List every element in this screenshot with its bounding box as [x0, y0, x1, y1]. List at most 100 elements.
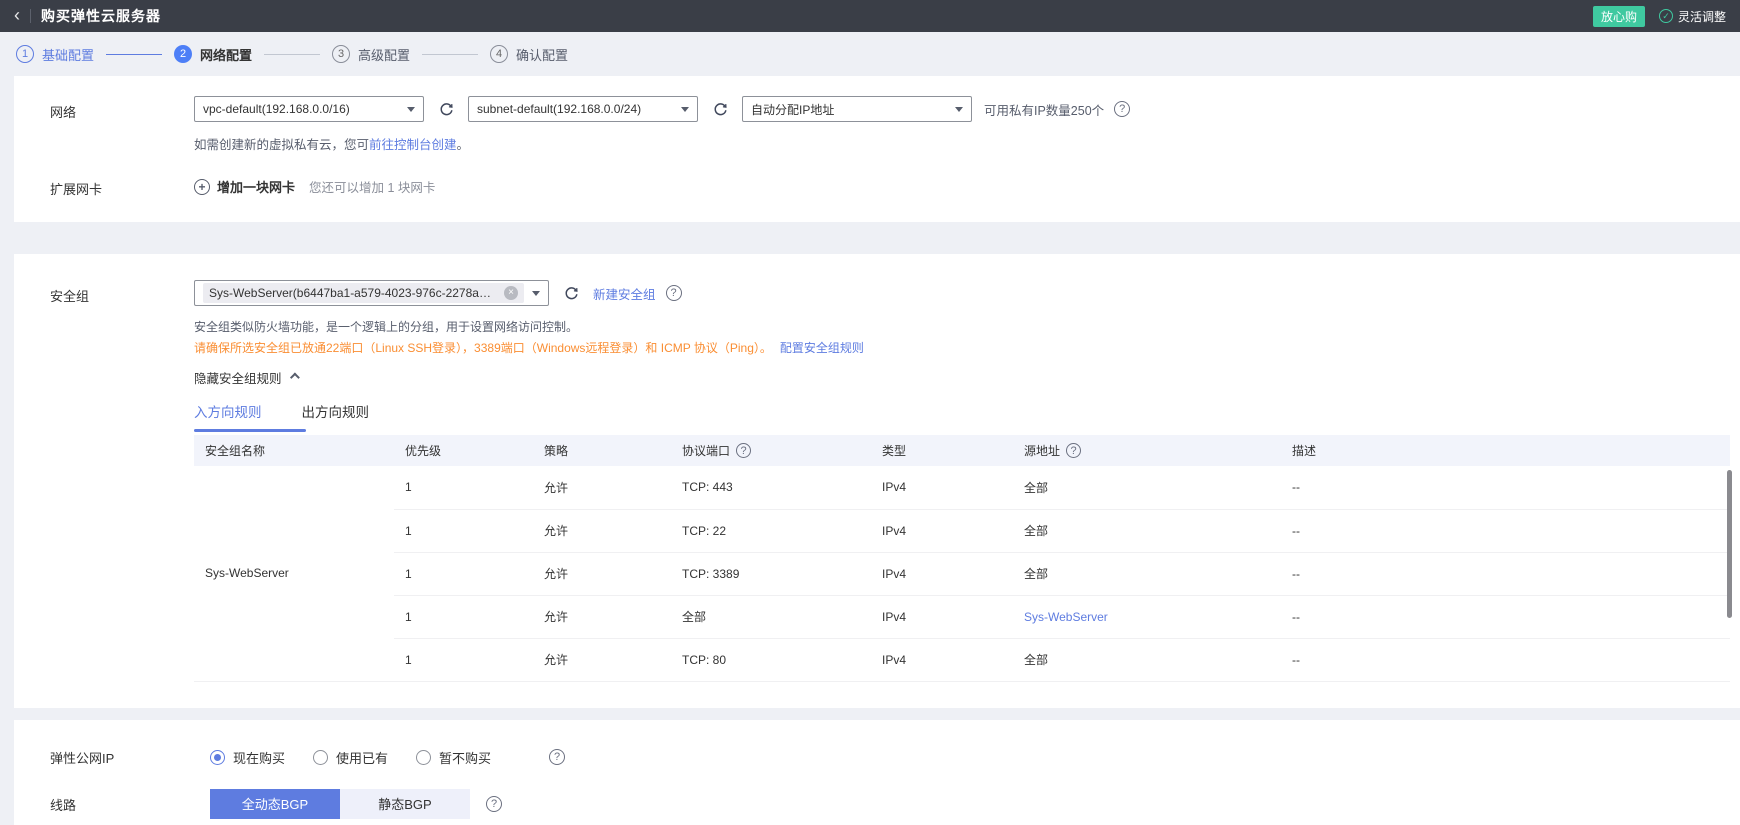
dynamic-bgp-button[interactable]: 全动态BGP	[210, 788, 340, 819]
ip-allocation-select[interactable]: 自动分配IP地址	[742, 96, 972, 122]
protocol-cell: TCP: 443	[671, 466, 871, 510]
source-cell: Sys-WebServer	[1013, 595, 1282, 639]
source-security-group-link[interactable]: Sys-WebServer	[1024, 610, 1108, 624]
available-ip-text: 可用私有IP数量250个	[984, 103, 1105, 118]
plus-icon: +	[194, 178, 210, 195]
add-nic-label: 增加一块网卡	[217, 180, 296, 195]
col-type: 类型	[871, 435, 1013, 466]
col-description: 描述	[1281, 435, 1731, 466]
top-bar: ‹ 购买弹性云服务器 放心购 ✓ 灵活调整	[0, 0, 1740, 32]
security-group-section: 安全组 Sys-WebServer(b6447ba1-a579-4023-976…	[14, 254, 1740, 708]
table-scrollbar[interactable]	[1727, 470, 1732, 618]
protocol-cell: TCP: 80	[671, 638, 871, 682]
security-group-warning: 请确保所选安全组已放通22端口（Linux SSH登录），3389端口（Wind…	[194, 339, 1740, 356]
description-cell: --	[1281, 595, 1731, 639]
network-label: 网络	[50, 105, 77, 120]
priority-cell: 1	[394, 466, 533, 510]
step-basic-config[interactable]: 1 基础配置	[16, 45, 94, 64]
static-bgp-button[interactable]: 静态BGP	[340, 788, 470, 819]
description-cell: --	[1281, 466, 1731, 510]
flexible-adjust-label: 灵活调整	[1677, 9, 1726, 24]
priority-cell: 1	[394, 509, 533, 553]
rule-row: 1 允许 TCP: 80 IPv4 全部 --	[194, 638, 1731, 682]
chevron-down-icon	[681, 106, 689, 112]
source-cell: 全部	[1013, 552, 1282, 596]
back-icon[interactable]: ‹	[14, 6, 20, 24]
eip-help-icon[interactable]: ?	[549, 749, 566, 765]
step-4-circle: 4	[490, 45, 509, 63]
subnet-refresh-button[interactable]	[707, 96, 733, 122]
tab-inbound-rules[interactable]: 入方向规则	[194, 401, 306, 432]
step-confirm-config[interactable]: 4 确认配置	[490, 45, 568, 64]
protocol-help-icon[interactable]: ?	[736, 443, 752, 458]
source-cell: 全部	[1013, 466, 1282, 510]
rule-row: 1 允许 全部 IPv4 Sys-WebServer --	[194, 595, 1731, 639]
step-1-circle: 1	[16, 45, 34, 63]
goto-console-link[interactable]: 前往控制台创建	[369, 138, 457, 152]
step-3-label: 高级配置	[358, 47, 411, 63]
policy-cell: 允许	[533, 595, 671, 639]
add-nic-button[interactable]: + 增加一块网卡	[194, 177, 295, 196]
security-group-select[interactable]: Sys-WebServer(b6447ba1-a579-4023-976c-22…	[194, 280, 549, 306]
rule-row: 1 允许 TCP: 22 IPv4 全部 --	[194, 509, 1731, 553]
bgp-segmented-control: 全动态BGP 静态BGP	[210, 788, 470, 819]
source-cell: 全部	[1013, 638, 1282, 682]
security-group-label: 安全组	[50, 289, 90, 304]
rule-row: 1 允许 TCP: 3389 IPv4 全部 --	[194, 552, 1731, 596]
col-source-label: 源地址	[1024, 444, 1061, 458]
step-advanced-config[interactable]: 3 高级配置	[332, 45, 410, 64]
priority-cell: 1	[394, 595, 533, 639]
radio-not-now-label: 暂不购买	[439, 750, 492, 766]
line-help-icon[interactable]: ?	[486, 795, 502, 812]
configure-rules-link[interactable]: 配置安全组规则	[780, 341, 864, 355]
step-indicator: 1 基础配置 2 网络配置 3 高级配置 4 确认配置	[0, 32, 1740, 76]
assurance-badge[interactable]: 放心购	[1592, 5, 1645, 27]
eip-radio-group: 现在购买 使用已有 暂不购买 ?	[210, 748, 566, 767]
security-group-description: 安全组类似防火墙功能，是一个逻辑上的分组，用于设置网络访问控制。	[194, 320, 579, 334]
eip-label: 弹性公网IP	[50, 750, 115, 766]
subnet-select[interactable]: subnet-default(192.168.0.0/24)	[468, 96, 698, 122]
ip-allocation-value: 自动分配IP地址	[751, 102, 835, 117]
selected-security-group-tag: Sys-WebServer(b6447ba1-a579-4023-976c-22…	[203, 283, 524, 303]
rules-tabs: 入方向规则 出方向规则	[194, 401, 1740, 432]
col-priority: 优先级	[394, 435, 533, 466]
radio-not-now[interactable]: 暂不购买	[416, 748, 491, 767]
step-network-config[interactable]: 2 网络配置	[174, 45, 252, 64]
protocol-cell: TCP: 22	[671, 509, 871, 553]
chevron-down-icon	[955, 106, 963, 112]
radio-use-existing-label: 使用已有	[336, 750, 389, 766]
protocol-cell: 全部	[671, 595, 871, 639]
hide-rules-toggle[interactable]: 隐藏安全组规则	[194, 368, 1740, 387]
source-help-icon[interactable]: ?	[1066, 443, 1082, 458]
type-cell: IPv4	[871, 552, 1013, 596]
line-label: 线路	[50, 797, 77, 813]
chevron-down-icon	[532, 290, 540, 296]
description-cell: --	[1281, 638, 1731, 682]
vpc-select[interactable]: vpc-default(192.168.0.0/16)	[194, 96, 424, 122]
radio-use-existing[interactable]: 使用已有	[313, 748, 388, 767]
step-connector	[106, 53, 163, 55]
flexible-adjust: ✓ 灵活调整	[1658, 8, 1726, 25]
radio-buy-now[interactable]: 现在购买	[210, 748, 285, 767]
policy-cell: 允许	[533, 638, 671, 682]
radio-buy-now-label: 现在购买	[233, 750, 286, 766]
col-policy: 策略	[533, 435, 671, 466]
chevron-down-icon	[407, 106, 415, 112]
tab-outbound-rules[interactable]: 出方向规则	[302, 401, 370, 432]
tag-remove-icon[interactable]: ×	[504, 286, 518, 300]
security-group-help-icon[interactable]: ?	[665, 285, 682, 301]
subnet-select-value: subnet-default(192.168.0.0/24)	[477, 102, 642, 116]
security-group-refresh-button[interactable]	[558, 280, 584, 306]
vpc-hint-text: 如需创建新的虚拟私有云，您可	[194, 138, 370, 152]
new-security-group-link[interactable]: 新建安全组	[593, 284, 656, 303]
priority-cell: 1	[394, 552, 533, 596]
rules-table: 安全组名称 优先级 策略 协议端口? 类型 源地址? 描述 Sys-WebSer…	[194, 435, 1731, 682]
vpc-refresh-button[interactable]	[433, 96, 459, 122]
network-help-icon[interactable]: ?	[1114, 101, 1131, 117]
col-protocol: 协议端口?	[671, 435, 871, 466]
policy-cell: 允许	[533, 466, 671, 510]
priority-cell: 1	[394, 638, 533, 682]
protocol-cell: TCP: 3389	[671, 552, 871, 596]
col-group-name: 安全组名称	[194, 435, 394, 466]
policy-cell: 允许	[533, 552, 671, 596]
